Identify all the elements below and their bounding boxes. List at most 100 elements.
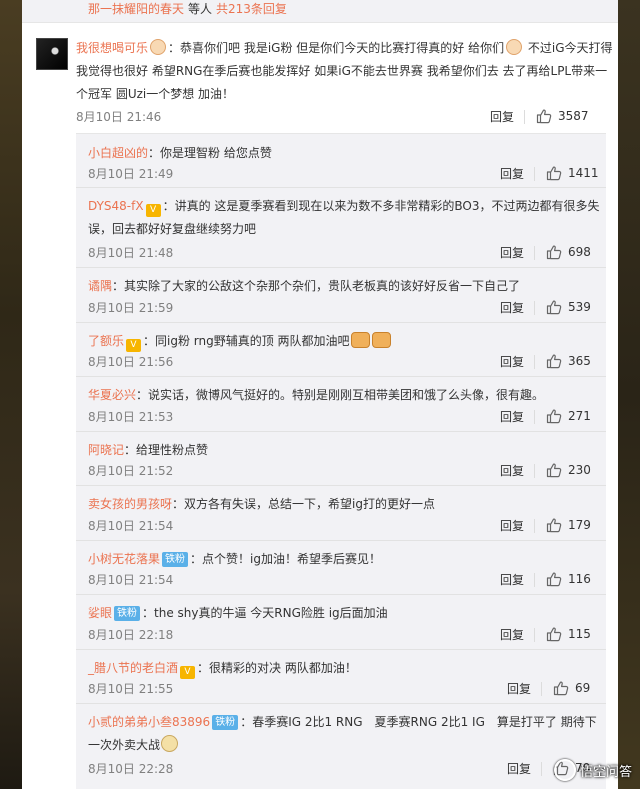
like-button[interactable]: 115 <box>546 626 602 644</box>
reply-username[interactable]: 卖女孩的男孩呀 <box>88 497 172 511</box>
reply-text: 小树无花落果 铁粉 ：点个赞！ig加油！希望季后赛见！ <box>88 548 602 571</box>
reply-text: 华夏必兴：说实话，微博风气挺好的。特别是刚刚互相带美团和饿了么头像，很有趣。 <box>88 384 602 407</box>
reply-content: ：其实除了大家的公敌这个杂那个杂们，贵队老板真的该好好反省一下自己了 <box>112 279 521 293</box>
reply-text: _腊八节的老白酒 V ：很精彩的对决 两队都加油！ <box>88 657 602 680</box>
like-button[interactable]: 698 <box>546 244 602 262</box>
reply-meta: 8月10日 22:18 回复 115 <box>88 626 602 644</box>
main-comment-text-a: ：恭喜你们吧 我是iG粉 但是你们今天的比赛打得真的好 给你们 <box>168 41 505 55</box>
reply-item: 卖女孩的男孩呀：双方各有失误，总结一下，希望ig打的更好一点 8月10日 21:… <box>76 485 606 541</box>
more-replies-user[interactable]: 那一抹耀阳的春天 <box>88 2 184 16</box>
reply-meta: 8月10日 21:53 回复 271 <box>88 408 602 426</box>
thumbs-up-icon <box>546 166 562 181</box>
thumbs-up-icon <box>546 300 562 315</box>
like-button[interactable]: 69 <box>553 680 602 698</box>
reply-button[interactable]: 回复 <box>500 626 524 643</box>
like-button[interactable]: 271 <box>546 408 602 426</box>
reply-username[interactable]: 阿晓记 <box>88 443 124 457</box>
divider <box>534 167 535 181</box>
reply-username[interactable]: 小树无花落果 <box>88 552 160 566</box>
reply-meta: 8月10日 21:54 回复 116 <box>88 571 602 589</box>
reply-date: 8月10日 21:59 <box>88 301 174 315</box>
thumbs-up-icon <box>546 245 562 260</box>
like-button[interactable]: 1411 <box>546 165 602 183</box>
comment-panel: 那一抹耀阳的春天 等人 共213条回复 我很想喝可乐 ：恭喜你们吧 我是iG粉 但是你… <box>22 0 618 789</box>
reply-text: DYS48-fX V ：讲真的 这是夏季赛看到现在以来为数不多非常精彩的BO3，不过… <box>88 195 602 241</box>
thumbs-up-icon <box>546 518 562 533</box>
like-button[interactable]: 179 <box>546 517 602 535</box>
like-count: 116 <box>568 572 591 586</box>
reply-button[interactable]: 回复 <box>500 165 524 182</box>
reply-item: 小白超凶的：你是理智粉 给您点赞 8月10日 21:49 回复 1411 <box>76 134 606 188</box>
divider <box>534 573 535 587</box>
like-count: 539 <box>568 300 591 314</box>
reply-content: ：点个赞！ig加油！希望季后赛见！ <box>190 552 381 566</box>
like-button[interactable]: 230 <box>546 462 602 480</box>
main-comment-body: 我很想喝可乐 ：恭喜你们吧 我是iG粉 但是你们今天的比赛打得真的好 给你们 不过… <box>76 37 616 106</box>
reply-meta: 8月10日 21:59 回复 539 <box>88 299 602 317</box>
reply-item: 阿晓记：给理性粉点赞 8月10日 21:52 回复 230 <box>76 431 606 486</box>
reply-button[interactable]: 回复 <box>500 462 524 479</box>
reply-text: 小白超凶的：你是理智粉 给您点赞 <box>88 142 602 165</box>
like-count: 271 <box>568 409 591 423</box>
fan-badge: 铁粉 <box>162 552 189 567</box>
reply-username[interactable]: DYS48-fX <box>88 199 144 213</box>
more-replies-bar[interactable]: 那一抹耀阳的春天 等人 共213条回复 <box>22 0 618 23</box>
reply-username[interactable]: 小白超凶的 <box>88 146 148 160</box>
reply-text: 小贰的弟弟小叁83896 铁粉 ：春季赛IG 2比1 RNG 夏季赛RNG 2比1 … <box>88 711 602 757</box>
reply-item: _腊八节的老白酒 V ：很精彩的对决 两队都加油！ 8月10日 21:55 回复 6… <box>76 649 606 704</box>
divider <box>524 110 525 124</box>
thumbs-up-icon <box>546 354 562 369</box>
reply-date: 8月10日 21:56 <box>88 355 174 369</box>
reply-date: 8月10日 21:49 <box>88 167 174 181</box>
reply-button[interactable]: 回复 <box>507 760 531 777</box>
like-button[interactable]: 365 <box>546 353 602 371</box>
reply-username[interactable]: 娑眼 <box>88 606 112 620</box>
reply-item: 小树无花落果 铁粉 ：点个赞！ig加油！希望季后赛见！ 8月10日 21:54 回复… <box>76 540 606 595</box>
reply-text: 卖女孩的男孩呀：双方各有失误，总结一下，希望ig打的更好一点 <box>88 493 602 516</box>
reply-button[interactable]: 回复 <box>490 108 514 125</box>
main-comment: 我很想喝可乐 ：恭喜你们吧 我是iG粉 但是你们今天的比赛打得真的好 给你们 不过… <box>22 22 618 132</box>
watermark: 悟空问答 <box>553 759 632 781</box>
reply-username[interactable]: 华夏必兴 <box>88 388 136 402</box>
reply-meta: 8月10日 22:28 回复 70 <box>88 760 602 778</box>
reply-username[interactable]: 谲隅 <box>88 279 112 293</box>
avatar[interactable] <box>36 38 68 70</box>
like-count: 1411 <box>568 166 599 180</box>
reply-date: 8月10日 21:48 <box>88 246 174 260</box>
reply-button[interactable]: 回复 <box>500 517 524 534</box>
reply-button[interactable]: 回复 <box>500 353 524 370</box>
reply-item: 谲隅：其实除了大家的公敌这个杂那个杂们，贵队老板真的该好好反省一下自己了 8月1… <box>76 267 606 323</box>
reply-button[interactable]: 回复 <box>500 244 524 261</box>
wukong-logo-icon <box>553 759 576 781</box>
like-button[interactable]: 3587 <box>536 108 611 126</box>
reply-item: 了额乐 V ：同ig粉 rng野辅真的顶 两队都加油吧 8月10日 21:56 回复… <box>76 322 606 377</box>
thumbs-up-icon <box>546 627 562 642</box>
reply-meta: 8月10日 21:55 回复 69 <box>88 680 602 698</box>
reply-item: 娑眼 铁粉 ：the shy真的牛逼 今天RNG险胜 ig后面加油 8月10日 22… <box>76 594 606 650</box>
reply-username[interactable]: _腊八节的老白酒 <box>88 661 178 675</box>
like-button[interactable]: 539 <box>546 299 602 317</box>
reply-content: ：你是理智粉 给您点赞 <box>148 146 272 160</box>
like-count: 365 <box>568 354 591 368</box>
fan-badge: 铁粉 <box>212 715 239 730</box>
thumbs-up-icon <box>553 681 569 696</box>
reply-button[interactable]: 回复 <box>500 571 524 588</box>
divider <box>534 355 535 369</box>
reply-text: 谲隅：其实除了大家的公敌这个杂那个杂们，贵队老板真的该好好反省一下自己了 <box>88 275 602 298</box>
more-replies-count[interactable]: 共213条回复 <box>216 2 287 16</box>
reply-button[interactable]: 回复 <box>500 408 524 425</box>
fan-badge: 铁粉 <box>114 606 141 621</box>
reply-date: 8月10日 22:18 <box>88 628 174 642</box>
more-replies-text: 那一抹耀阳的春天 等人 共213条回复 <box>88 1 287 17</box>
divider <box>534 519 535 533</box>
divider <box>541 762 542 776</box>
reply-date: 8月10日 21:54 <box>88 573 174 587</box>
reply-username[interactable]: 了额乐 <box>88 334 124 348</box>
main-comment-username[interactable]: 我很想喝可乐 <box>76 41 148 55</box>
like-button[interactable]: 116 <box>546 571 602 589</box>
reply-button[interactable]: 回复 <box>500 299 524 316</box>
reply-username[interactable]: 小贰的弟弟小叁83896 <box>88 715 210 729</box>
reply-content: ：讲真的 这是夏季赛看到现在以来为数不多非常精彩的BO3，不过两边都有很多失误，… <box>88 199 600 236</box>
reply-button[interactable]: 回复 <box>507 680 531 697</box>
reply-text: 娑眼 铁粉 ：the shy真的牛逼 今天RNG险胜 ig后面加油 <box>88 602 602 625</box>
